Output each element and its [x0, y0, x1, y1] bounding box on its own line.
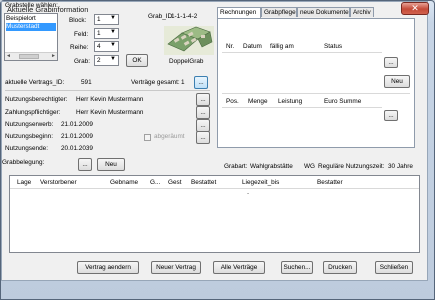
col-pos: Pos. [226, 98, 239, 105]
cemetery-option-musterstadt[interactable]: Musterstadt [6, 23, 56, 31]
grabart-label: Grabart: [224, 163, 248, 170]
empty-marker: - [247, 190, 250, 197]
vertrag-id-value: 591 [81, 79, 92, 86]
position-more-button[interactable]: ... [384, 110, 398, 121]
neuer-vertrag-button[interactable]: Neuer Vertrag [151, 261, 201, 274]
client-area: Grabstelle wählen: Beispielort Mustersta… [1, 1, 428, 281]
nutzungsberechtigter-label: Nutzungsberechtigter: [5, 96, 68, 103]
col-lage[interactable]: Lage [17, 179, 31, 186]
horizontal-scrollbar[interactable]: ◄ ► [5, 52, 57, 60]
block-label: Block: [69, 17, 87, 24]
reihe-value: 4 [97, 43, 101, 50]
col-gest[interactable]: Gest [168, 179, 182, 186]
nutzungsberechtigter-value: Herr Kevin Mustermann [76, 96, 144, 103]
feld-value: 1 [97, 30, 101, 37]
schliessen-button[interactable]: Schließen [375, 261, 413, 274]
col-geb[interactable]: G... [150, 179, 160, 186]
col-status: Status [324, 43, 343, 50]
col-liegezeit[interactable]: Liegezeit_bis [242, 179, 279, 186]
alle-vertraege-button[interactable]: Alle Verträge [213, 261, 265, 274]
tab-rechnungen[interactable]: Rechnungen [217, 7, 261, 18]
vertrag-id-label: aktuelle Vertrags_ID: [5, 79, 65, 86]
grab-value: 2 [97, 57, 101, 64]
tab-archiv[interactable]: Archiv [350, 7, 374, 17]
col-nr: Nr. [226, 43, 235, 50]
grabart-value: Wahlgrabstätte [250, 163, 293, 170]
nutzungsende-label: Nutzungsende: [5, 145, 48, 152]
vertrag-aendern-button[interactable]: Vertrag aendern [77, 261, 139, 274]
col-faellig: fällig am [270, 43, 294, 50]
belegung-table[interactable]: Lage Verstorbener Gebname G... Gest Best… [9, 175, 420, 253]
grave-image-caption: DoppelGrab [169, 58, 204, 65]
vertraege-gesamt-label: Verträge gesamt: [131, 79, 180, 86]
zahlungspflichtiger-label: Zahlungspflichtiger: [5, 109, 61, 116]
col-verstorbener[interactable]: Verstorbener [40, 179, 77, 186]
rechnung-neu-button[interactable]: Neu [384, 75, 410, 88]
vertraege-gesamt-value: 1 [181, 79, 185, 86]
tab-grabpflege[interactable]: Grabpflege [261, 7, 297, 17]
nutzungsberechtigter-more-button[interactable]: ... [196, 93, 210, 106]
divider [222, 93, 410, 94]
abgeraeumt-more-button[interactable]: ... [196, 131, 210, 144]
belegung-neu-button[interactable]: Neu [97, 158, 125, 171]
scroll-thumb[interactable] [19, 54, 39, 59]
zahlungspflichtiger-more-button[interactable]: ... [196, 106, 210, 119]
divider [222, 107, 382, 108]
col-gebname[interactable]: Gebname [110, 179, 138, 186]
ok-button[interactable]: OK [126, 54, 148, 67]
close-button[interactable]: ✕ [401, 2, 429, 15]
chevron-down-icon: ▼ [110, 29, 116, 35]
chevron-down-icon: ▼ [110, 56, 116, 62]
nutzungszeit-label: Reguläre Nutzungszeit: [318, 163, 385, 170]
reihe-label: Reihe: [70, 44, 89, 51]
divider [5, 90, 210, 91]
col-menge: Menge [248, 98, 268, 105]
grab-id-value: 1-1-1-4-2 [171, 13, 198, 20]
cemetery-listbox[interactable]: Beispielort Musterstadt ◄ ► [4, 13, 58, 61]
tab-neue-dokumente[interactable]: neue Dokumente [297, 7, 350, 17]
drucken-button[interactable]: Drucken [323, 261, 357, 274]
scroll-left-icon[interactable]: ◄ [6, 53, 11, 59]
col-bestattet[interactable]: Bestattet [191, 179, 216, 186]
nutzungszeit-value: 30 Jahre [388, 163, 413, 170]
col-leistung: Leistung [278, 98, 303, 105]
reihe-select[interactable]: 4 ▼ [94, 41, 119, 52]
nutzungserwerb-value: 21.01.2009 [61, 121, 93, 128]
col-bestatter[interactable]: Bestatter [317, 179, 343, 186]
grave-select-legend: Grabstelle wählen: [5, 2, 58, 9]
grabbelegung-label: Grabbelegung: [2, 159, 45, 166]
zahlungspflichtiger-value: Herr Kevin Mustermann [76, 109, 144, 116]
divider [10, 188, 419, 189]
chevron-down-icon: ▼ [110, 15, 116, 21]
nutzungsende-value: 20.01.2039 [61, 145, 93, 152]
block-value: 1 [97, 16, 101, 23]
wg-label: WG [304, 163, 316, 170]
suchen-button[interactable]: Suchen... [281, 261, 313, 274]
window-frame: Aktuelle Grabinformation ✕ Grabstelle wä… [0, 0, 435, 300]
scroll-right-icon[interactable]: ► [51, 53, 56, 59]
abgeraeumt-checkbox[interactable] [144, 134, 151, 141]
col-datum: Datum [243, 43, 262, 50]
feld-select[interactable]: 1 ▼ [94, 28, 119, 39]
rechnungen-panel: Nr. Datum fällig am Status ... Neu Pos. … [217, 18, 415, 148]
nutzungsbeginn-label: Nutzungsbeginn: [5, 133, 53, 140]
nutzungsbeginn-value: 21.01.2009 [61, 133, 93, 140]
grab-label: Grab: [74, 58, 90, 65]
divider [222, 52, 382, 53]
abgeraeumt-label: abgeräumt [154, 133, 185, 140]
vertraege-more-button[interactable]: ... [194, 76, 208, 89]
cemetery-option-beispielort[interactable]: Beispielort [6, 15, 56, 22]
grave-plot-image [164, 26, 214, 55]
grab-select[interactable]: 2 ▼ [94, 55, 119, 66]
feld-label: Feld: [74, 31, 89, 38]
rechnung-more-button[interactable]: ... [384, 57, 398, 68]
block-select[interactable]: 1 ▼ [94, 14, 119, 25]
col-euro-summe: Euro Summe [324, 98, 362, 105]
chevron-down-icon: ▼ [110, 42, 116, 48]
belegung-more-button[interactable]: ... [78, 158, 92, 171]
nutzungserwerb-label: Nutzungserwerb: [5, 121, 54, 128]
